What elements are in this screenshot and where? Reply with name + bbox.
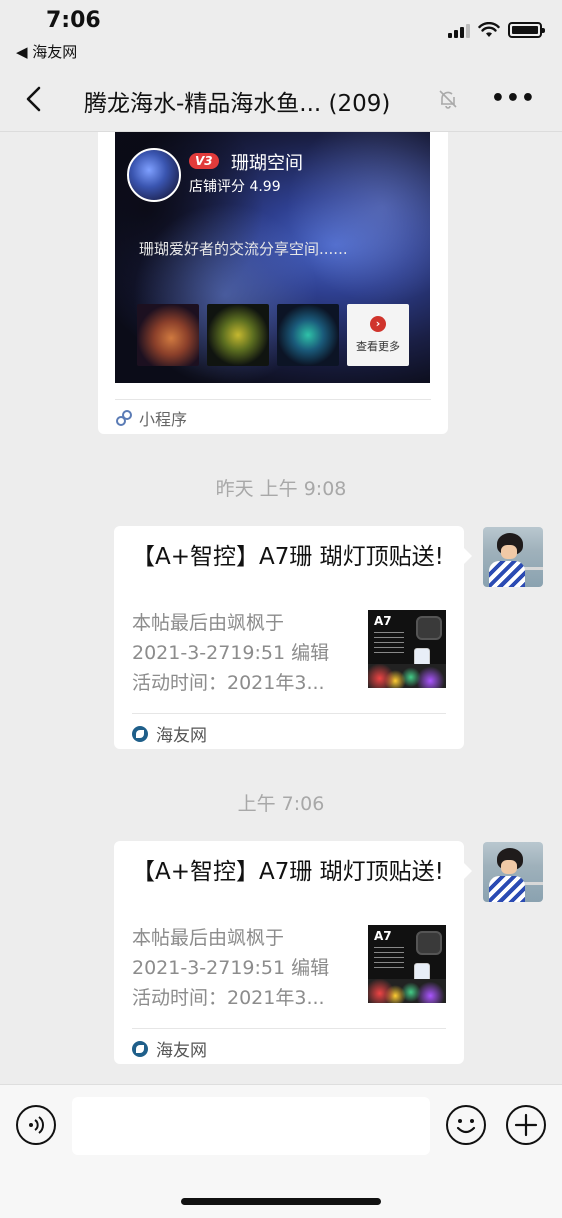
haiyou-logo-icon bbox=[132, 1040, 148, 1057]
clock: 7:06 bbox=[46, 8, 101, 33]
link-source: 海友网 bbox=[132, 1036, 207, 1061]
coral-thumbnail[interactable] bbox=[137, 304, 199, 366]
haiyou-logo-icon bbox=[132, 725, 148, 742]
shop-score: 店铺评分 4.99 bbox=[189, 179, 281, 195]
more-options-button[interactable]: ••• bbox=[491, 86, 536, 111]
link-message-card[interactable]: 【A+智控】A7珊 瑚灯顶贴送! 本帖最后由飒枫于 2021-3-2719:51… bbox=[114, 526, 472, 749]
mini-program-link-icon bbox=[116, 410, 132, 426]
link-description-line: 本帖最后由飒枫于 bbox=[132, 927, 285, 949]
link-source: 海友网 bbox=[132, 721, 207, 746]
chat-title[interactable]: 腾龙海水-精品海水鱼... (209) bbox=[84, 84, 390, 118]
back-to-app-link[interactable]: ◀ 海友网 bbox=[16, 41, 77, 62]
mini-program-cover[interactable]: V3 珊瑚空间 店铺评分 4.99 珊瑚爱好者的交流分享空间...... › 查… bbox=[115, 132, 430, 383]
cellular-signal-icon bbox=[448, 22, 470, 38]
coral-image bbox=[368, 979, 446, 1003]
link-message-card[interactable]: 【A+智控】A7珊 瑚灯顶贴送! 本帖最后由飒枫于 2021-3-2719:51… bbox=[114, 841, 472, 1064]
sender-avatar[interactable] bbox=[483, 527, 543, 587]
lamp-image bbox=[416, 616, 442, 640]
link-thumbnail: A7 bbox=[368, 610, 446, 688]
mini-program-card[interactable]: V3 珊瑚空间 店铺评分 4.99 珊瑚爱好者的交流分享空间...... › 查… bbox=[98, 132, 448, 434]
view-more-label: 查看更多 bbox=[356, 340, 400, 353]
coral-image bbox=[368, 664, 446, 688]
shop-name: 珊瑚空间 bbox=[231, 153, 303, 174]
spec-lines bbox=[374, 632, 404, 656]
chevron-left-icon[interactable] bbox=[20, 84, 50, 114]
emoji-button[interactable] bbox=[446, 1105, 486, 1145]
system-icons bbox=[448, 22, 545, 38]
divider bbox=[132, 1028, 446, 1029]
link-description: 本帖最后由飒枫于 2021-3-2719:51 编辑 活动时间：2021年3..… bbox=[132, 608, 354, 698]
link-title: 【A+智控】A7珊 瑚灯顶贴送! bbox=[132, 544, 444, 570]
chevron-right-icon: › bbox=[370, 316, 386, 332]
link-description-line: 活动时间：2021年3... bbox=[132, 987, 325, 1009]
mini-program-label: 小程序 bbox=[139, 410, 188, 429]
message-timestamp: 昨天 上午 9:08 bbox=[215, 478, 347, 500]
smiley-icon bbox=[456, 1119, 476, 1134]
wifi-icon bbox=[478, 22, 500, 37]
status-bar: 7:06 ◀ 海友网 bbox=[0, 0, 562, 70]
more-functions-button[interactable] bbox=[506, 1105, 546, 1145]
mini-program-footer: 小程序 bbox=[115, 406, 187, 430]
spec-lines bbox=[374, 947, 404, 971]
vip-level-badge: V3 bbox=[189, 153, 219, 169]
divider bbox=[132, 713, 446, 714]
bell-slash-icon bbox=[439, 90, 457, 109]
view-more-button[interactable]: › 查看更多 bbox=[347, 304, 409, 366]
divider bbox=[115, 399, 431, 400]
link-description: 本帖最后由飒枫于 2021-3-2719:51 编辑 活动时间：2021年3..… bbox=[132, 923, 354, 1013]
message-timestamp: 上午 7:06 bbox=[237, 793, 325, 815]
coral-thumbnail[interactable] bbox=[207, 304, 269, 366]
link-description-line: 2021-3-2719:51 编辑 bbox=[132, 642, 330, 664]
plus-icon bbox=[514, 1113, 538, 1137]
source-name: 海友网 bbox=[156, 726, 207, 746]
thumbnail-label: A7 bbox=[374, 614, 392, 628]
link-thumbnail: A7 bbox=[368, 925, 446, 1003]
source-name: 海友网 bbox=[156, 1041, 207, 1061]
link-description-line: 2021-3-2719:51 编辑 bbox=[132, 957, 330, 979]
battery-icon bbox=[508, 22, 545, 38]
lamp-image bbox=[416, 931, 442, 955]
thumbnail-label: A7 bbox=[374, 929, 392, 943]
link-description-line: 活动时间：2021年3... bbox=[132, 672, 325, 694]
home-indicator[interactable] bbox=[181, 1198, 381, 1205]
voice-icon bbox=[29, 1116, 44, 1134]
voice-button[interactable] bbox=[16, 1105, 56, 1145]
sender-avatar[interactable] bbox=[483, 842, 543, 902]
product-thumbnails: › 查看更多 bbox=[137, 304, 409, 366]
link-description-line: 本帖最后由飒枫于 bbox=[132, 612, 285, 634]
message-input[interactable] bbox=[72, 1097, 430, 1155]
chat-header: 腾龙海水-精品海水鱼... (209) ••• bbox=[0, 70, 562, 132]
shop-avatar bbox=[127, 148, 181, 202]
link-title: 【A+智控】A7珊 瑚灯顶贴送! bbox=[132, 859, 444, 885]
coral-thumbnail[interactable] bbox=[277, 304, 339, 366]
shop-description: 珊瑚爱好者的交流分享空间...... bbox=[139, 240, 348, 258]
